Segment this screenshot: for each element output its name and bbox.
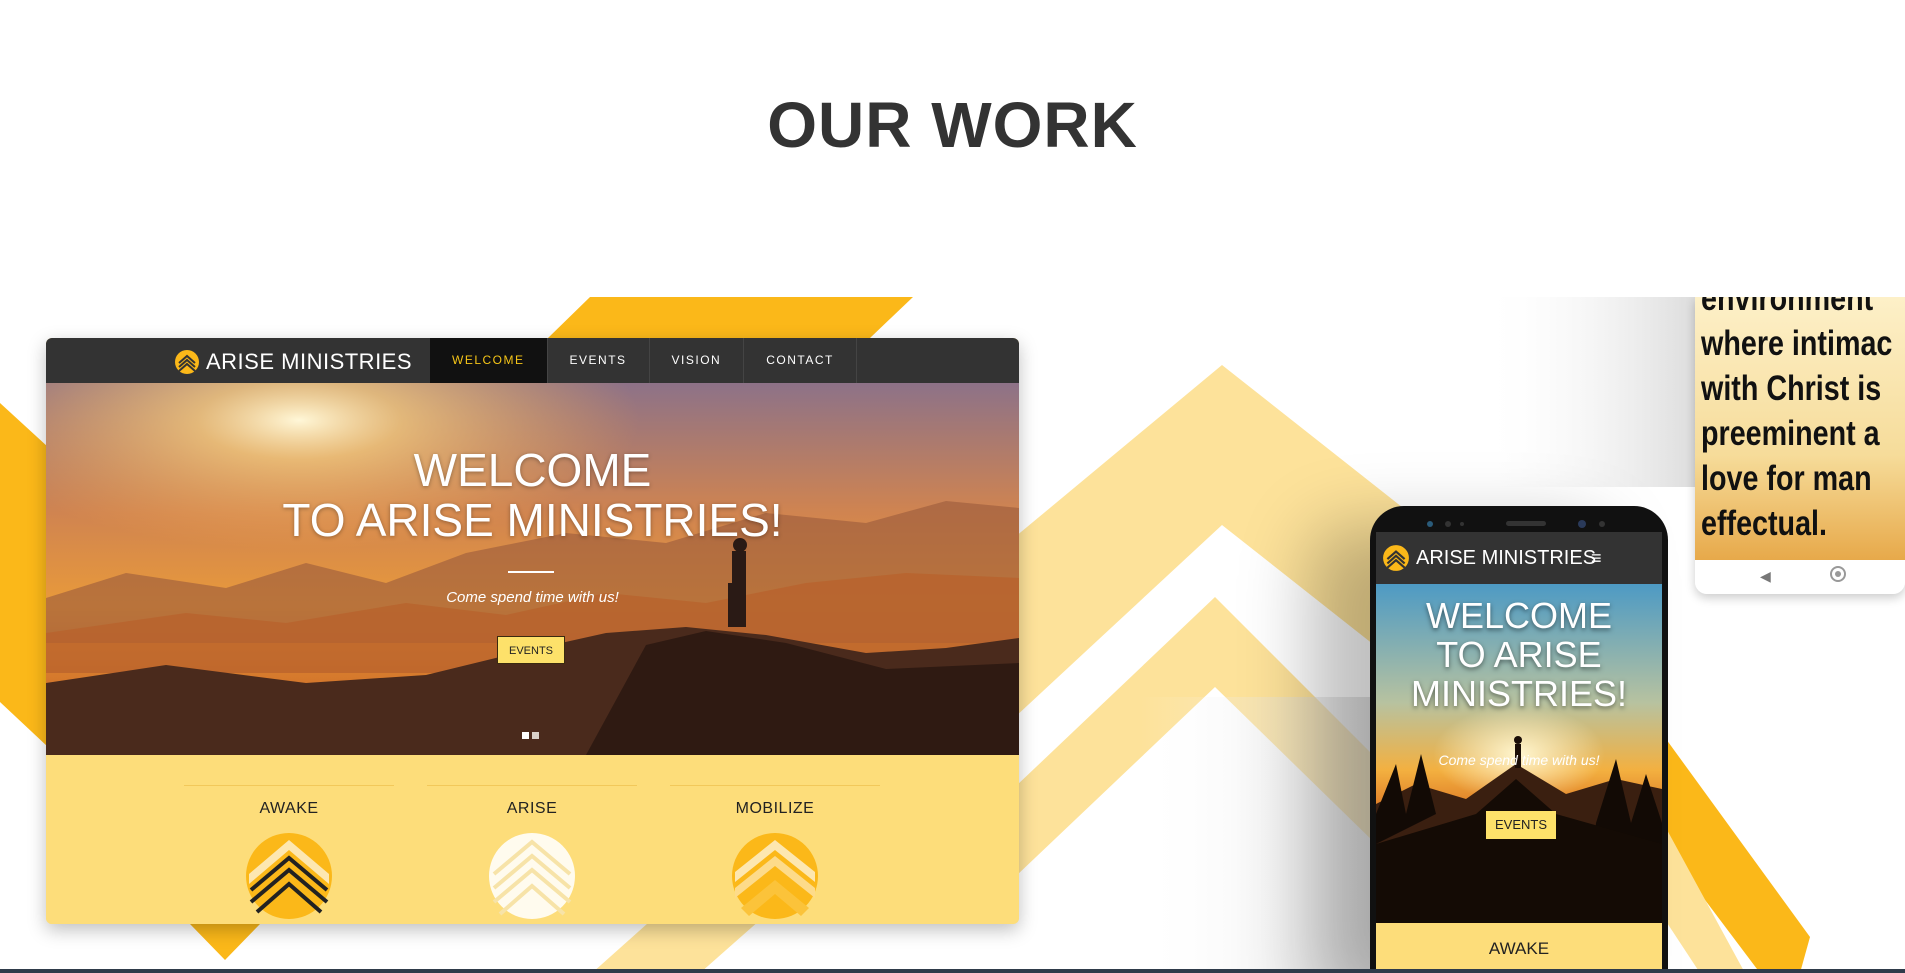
arise-logo-icon — [1383, 545, 1409, 571]
desktop-logo-text: ARISE MINISTRIES — [206, 349, 413, 374]
desktop-hero-subtitle: Come spend time with us! — [446, 589, 619, 606]
phone-title-line3: MINISTRIES! — [1410, 673, 1628, 714]
cropped-text-line: effectual. — [1701, 504, 1827, 543]
cropped-phone-mockup: environment where intimac with Christ is… — [1695, 297, 1905, 594]
phone-hero-title: WELCOME TO ARISE MINISTRIES! — [1376, 596, 1662, 713]
android-nav-bar: ◀ — [1695, 560, 1905, 594]
phone-screen: ARISE MINISTRIES ≡ WELCOME TO ARISE MINI… — [1376, 532, 1662, 973]
feature-label: ARISE — [506, 800, 558, 817]
desktop-menu: WELCOME EVENTS VISION CONTACT — [430, 338, 857, 383]
phone-logo[interactable]: ARISE MINISTRIES — [1382, 544, 1596, 572]
cropped-phone-screen: environment where intimac with Christ is… — [1695, 297, 1905, 560]
desktop-hero: WELCOME TO ARISE MINISTRIES! Come spend … — [46, 383, 1019, 755]
carousel-dot-2[interactable] — [532, 732, 539, 739]
menu-item-events[interactable]: EVENTS — [548, 338, 650, 383]
desktop-events-button[interactable]: EVENTS — [497, 636, 565, 664]
page-title: OUR WORK — [767, 89, 1138, 161]
feature-label: MOBILIZE — [735, 800, 815, 817]
feature-label: AWAKE — [259, 800, 319, 817]
hero-sunset-image — [46, 383, 1019, 755]
desktop-hero-title: WELCOME TO ARISE MINISTRIES! — [46, 445, 1019, 545]
feature-divider — [670, 785, 880, 786]
cropped-text-line: love for man — [1701, 459, 1872, 498]
phone-feature-awake[interactable]: AWAKE — [1376, 923, 1662, 973]
feature-mobilize[interactable]: MOBILIZE — [660, 785, 890, 920]
portfolio-showcase: ARISE MINISTRIES WELCOME EVENTS VISION C… — [0, 297, 1905, 973]
desktop-logo[interactable]: ARISE MINISTRIES — [174, 349, 412, 375]
bottom-divider — [0, 969, 1905, 973]
phone-mockup: ARISE MINISTRIES ≡ WELCOME TO ARISE MINI… — [1370, 506, 1668, 973]
phone-navbar: ARISE MINISTRIES ≡ — [1376, 532, 1662, 584]
carousel-dots — [522, 732, 539, 739]
feature-divider — [427, 785, 637, 786]
menu-item-vision[interactable]: VISION — [650, 338, 745, 383]
phone-title-line1: WELCOME — [1425, 595, 1612, 636]
carousel-dot-1[interactable] — [522, 732, 529, 739]
menu-item-welcome[interactable]: WELCOME — [430, 338, 548, 383]
feature-awake[interactable]: AWAKE — [174, 785, 404, 920]
feature-arise[interactable]: ARISE — [417, 785, 647, 920]
cropped-text-line: with Christ is — [1701, 369, 1882, 408]
back-icon[interactable]: ◀ — [1760, 568, 1771, 585]
menu-item-contact[interactable]: CONTACT — [744, 338, 857, 383]
phone-title-line2: TO ARISE — [1436, 634, 1602, 675]
arise-logo-icon — [175, 350, 199, 374]
phone-hero-subtitle: Come spend time with us! — [1438, 752, 1600, 768]
home-icon[interactable] — [1830, 566, 1846, 582]
phone-logo-text: ARISE MINISTRIES — [1416, 546, 1597, 569]
cropped-text-line: environment — [1701, 297, 1874, 318]
desktop-mockup: ARISE MINISTRIES WELCOME EVENTS VISION C… — [46, 338, 1019, 924]
phone-events-button[interactable]: EVENTS — [1486, 811, 1556, 839]
desktop-features: AWAKE ARISE MOBILIZE — [46, 755, 1019, 924]
chevrons-up-icon — [246, 833, 332, 919]
feature-divider — [184, 785, 394, 786]
phone-hero: WELCOME TO ARISE MINISTRIES! Come spend … — [1376, 584, 1662, 923]
cropped-text-line: where intimac — [1701, 324, 1893, 363]
chevrons-up-icon — [732, 833, 818, 919]
hero-title-line1: WELCOME — [413, 444, 652, 496]
hero-title-line2: TO ARISE MINISTRIES! — [282, 494, 783, 546]
hero-divider — [508, 571, 554, 573]
hamburger-menu-icon[interactable]: ≡ — [1591, 548, 1602, 569]
phone-sensors — [1427, 520, 1605, 528]
chevrons-up-icon — [489, 833, 575, 919]
cropped-text-line: preeminent a — [1701, 414, 1880, 453]
desktop-navbar: ARISE MINISTRIES WELCOME EVENTS VISION C… — [46, 338, 1019, 383]
